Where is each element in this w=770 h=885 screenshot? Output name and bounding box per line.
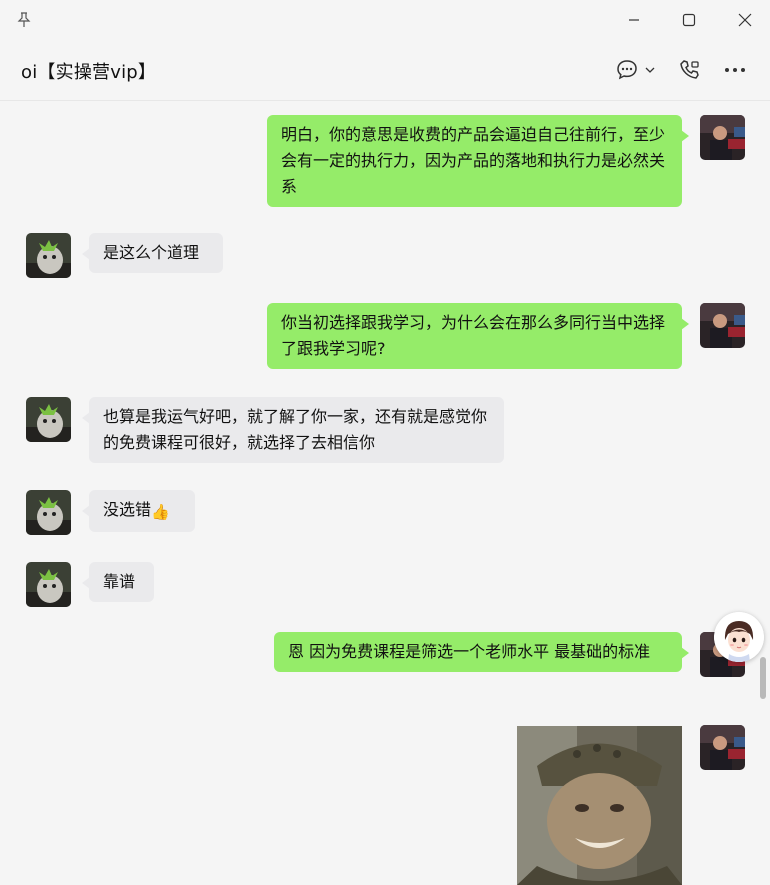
my-avatar[interactable] <box>700 115 745 160</box>
title-bar <box>0 0 770 40</box>
contact-avatar[interactable] <box>26 562 71 607</box>
more-icon[interactable] <box>724 57 746 83</box>
pin-icon[interactable] <box>17 12 31 32</box>
assistant-avatar-icon[interactable] <box>714 612 764 662</box>
minimize-icon[interactable] <box>611 0 657 40</box>
thumbs-up-icon: 👍 <box>151 503 170 521</box>
contact-avatar[interactable] <box>26 490 71 535</box>
my-avatar[interactable] <box>700 303 745 348</box>
close-icon[interactable] <box>722 0 768 40</box>
chat-bubble-icon[interactable] <box>616 57 638 83</box>
message-bubble-outgoing[interactable]: 恩 因为免费课程是筛选一个老师水平 最基础的标准 <box>274 632 689 672</box>
contact-avatar[interactable] <box>26 397 71 442</box>
message-bubble-incoming[interactable]: 是这么个道理 <box>82 233 223 273</box>
message-bubble-incoming[interactable]: 也算是我运气好吧，就了解了你一家，还有就是感觉你的免费课程可很好，就选择了去相信… <box>82 397 504 463</box>
message-bubble-incoming[interactable]: 靠谱 <box>82 562 154 602</box>
contact-avatar[interactable] <box>26 233 71 278</box>
message-bubble-outgoing[interactable]: 你当初选择跟我学习，为什么会在那么多同行当中选择了跟我学习呢? <box>267 303 689 369</box>
chat-header: oi【实操营vip】 <box>0 40 770 101</box>
my-avatar[interactable] <box>700 725 745 770</box>
phone-video-icon[interactable] <box>679 57 701 83</box>
scrollbar-thumb[interactable] <box>760 657 766 699</box>
message-bubble-outgoing[interactable]: 明白，你的意思是收费的产品会逼迫自己往前行，至少会有一定的执行力，因为产品的落地… <box>267 115 689 207</box>
message-text: 没选错 <box>103 500 152 519</box>
chat-title: oi【实操营vip】 <box>21 62 157 83</box>
chevron-down-icon[interactable] <box>645 57 655 83</box>
message-bubble-incoming[interactable]: 没选错👍 <box>82 490 195 532</box>
maximize-icon[interactable] <box>666 0 712 40</box>
image-message[interactable] <box>517 726 682 885</box>
